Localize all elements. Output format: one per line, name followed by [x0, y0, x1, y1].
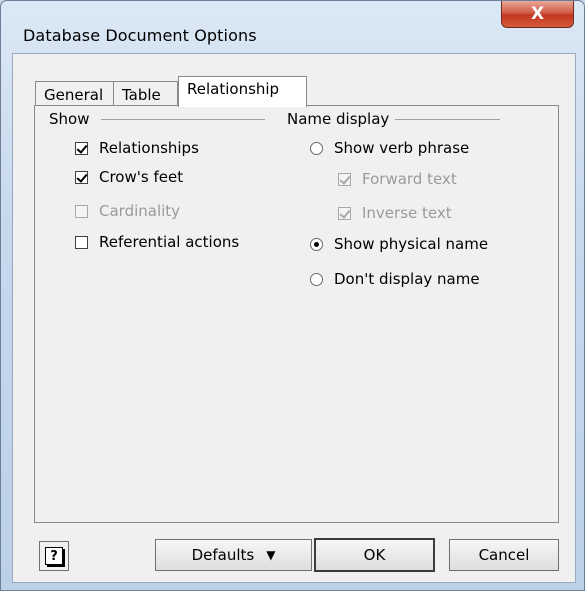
help-button[interactable]: ? [39, 541, 69, 571]
crows-feet-check-box[interactable] [75, 170, 88, 184]
referential-actions-checkbox[interactable]: Referential actions [75, 233, 239, 251]
ok-label: OK [363, 546, 386, 564]
inverse-text-checkbox: Inverse text [338, 204, 452, 222]
dont-display-name-radio[interactable]: Don't display name [310, 270, 480, 288]
cancel-label: Cancel [478, 546, 530, 564]
relationships-label: Relationships [99, 139, 199, 157]
forward-text-check-box [338, 172, 351, 186]
show-physical-name-radio[interactable]: Show physical name [310, 235, 488, 253]
cardinality-checkbox: Cardinality [75, 202, 180, 220]
show-verb-phrase-radio-circle[interactable] [310, 141, 323, 155]
inverse-text-label: Inverse text [362, 204, 452, 222]
name-display-group-label: Name display [287, 110, 396, 128]
crows-feet-label: Crow's feet [99, 168, 184, 186]
close-button[interactable]: X [501, 1, 574, 28]
window-title: Database Document Options [23, 26, 257, 45]
close-icon: X [530, 4, 545, 24]
tab-relationship-label: Relationship [187, 80, 280, 98]
dont-display-name-radio-circle[interactable] [310, 272, 323, 286]
defaults-button[interactable]: Defaults ▼ [155, 539, 312, 571]
tab-table-label: Table [122, 86, 161, 104]
tab-table[interactable]: Table [113, 81, 178, 106]
defaults-label: Defaults [191, 546, 255, 564]
ok-button[interactable]: OK [314, 538, 435, 572]
forward-text-checkbox: Forward text [338, 170, 457, 188]
cancel-button[interactable]: Cancel [449, 539, 559, 571]
referential-actions-check-box[interactable] [75, 235, 88, 249]
tab-general[interactable]: General [35, 81, 114, 106]
relationships-checkbox[interactable]: Relationships [75, 139, 199, 157]
show-group-label: Show [49, 110, 96, 128]
show-verb-phrase-label: Show verb phrase [334, 139, 470, 157]
dialog-window: Database Document Options X General Tabl… [0, 0, 585, 591]
title-bar[interactable]: Database Document Options X [1, 1, 584, 53]
crows-feet-checkbox[interactable]: Crow's feet [75, 168, 183, 186]
name-display-divider [390, 119, 500, 120]
relationship-panel: Show Relationships Crow's feet Cardinali… [34, 105, 559, 523]
dont-display-name-label: Don't display name [334, 270, 480, 288]
tab-general-label: General [44, 86, 104, 104]
tab-relationship[interactable]: Relationship [178, 76, 307, 107]
dialog-client-area: General Table Relationship Show Relation… [12, 53, 576, 583]
show-physical-name-radio-circle[interactable] [310, 237, 323, 251]
show-group-divider [101, 119, 265, 120]
show-physical-name-label: Show physical name [334, 235, 489, 253]
caret-down-icon: ▼ [266, 548, 276, 562]
cardinality-check-box [75, 204, 88, 218]
help-icon: ? [45, 547, 63, 565]
cardinality-label: Cardinality [99, 202, 181, 220]
relationships-check-box[interactable] [75, 141, 88, 155]
show-verb-phrase-radio[interactable]: Show verb phrase [310, 139, 469, 157]
forward-text-label: Forward text [362, 170, 457, 188]
referential-actions-label: Referential actions [99, 233, 240, 251]
inverse-text-check-box [338, 206, 351, 220]
